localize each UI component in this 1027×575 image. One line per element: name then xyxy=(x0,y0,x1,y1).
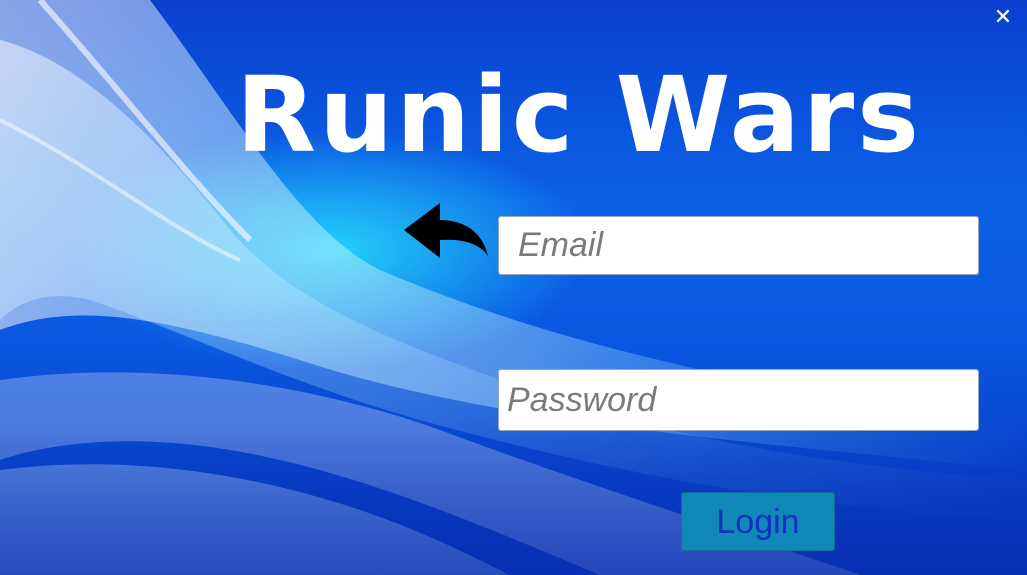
close-icon[interactable]: ✕ xyxy=(988,2,1018,32)
login-button[interactable]: Login xyxy=(681,492,835,551)
login-screen: ✕ Runic Wars Login xyxy=(0,0,1027,575)
game-title: Runic Wars xyxy=(236,54,923,176)
email-field[interactable] xyxy=(498,216,979,275)
password-field[interactable] xyxy=(498,369,979,431)
back-arrow-icon[interactable] xyxy=(400,200,492,264)
